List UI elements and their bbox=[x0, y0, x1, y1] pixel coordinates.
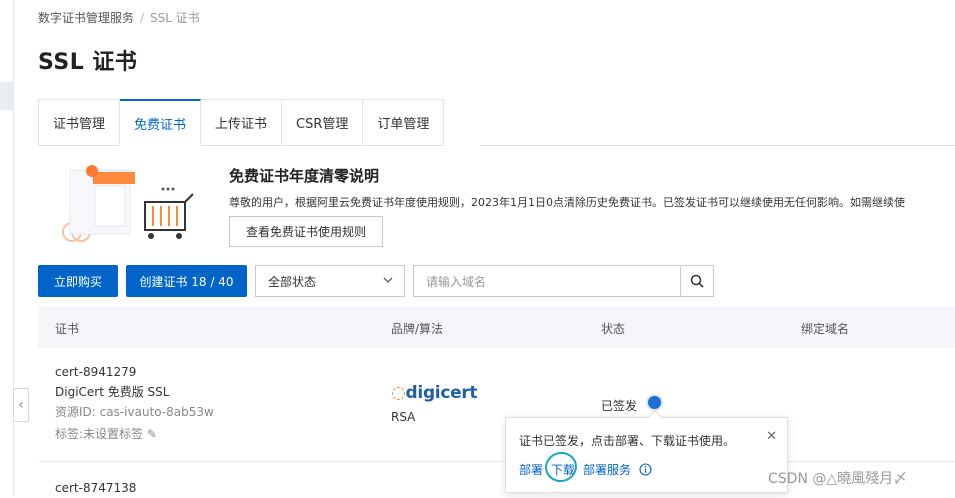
collapse-sidebar-button[interactable]: ‹ bbox=[13, 388, 29, 422]
tag-label: 标签:未设置标签 bbox=[55, 427, 144, 441]
watermark: CSDN @△曉風殘月〆 bbox=[768, 471, 908, 487]
algorithm-label: RSA bbox=[391, 410, 416, 424]
breadcrumb: 数字证书管理服务 / SSL 证书 bbox=[38, 9, 200, 26]
deploy-link[interactable]: 部署 bbox=[519, 461, 543, 478]
breadcrumb-separator: / bbox=[140, 11, 145, 25]
table-header: 证书 品牌/算法 状态 绑定域名 bbox=[38, 306, 955, 348]
popover-message: 证书已签发，点击部署、下载证书使用。 bbox=[519, 434, 736, 448]
tab-bar: 证书管理 免费证书 上传证书 CSR管理 订单管理 bbox=[38, 99, 445, 146]
column-header-domain: 绑定域名 bbox=[801, 322, 850, 336]
tab-order-management[interactable]: 订单管理 bbox=[363, 99, 445, 146]
tab-upload-cert[interactable]: 上传证书 bbox=[201, 99, 283, 146]
column-header-brand: 品牌/算法 bbox=[391, 322, 444, 336]
close-icon[interactable]: ✕ bbox=[766, 429, 777, 444]
status-info-icon[interactable] bbox=[648, 396, 661, 409]
digicert-logo: ◌digicert bbox=[391, 383, 478, 403]
tab-divider bbox=[480, 145, 955, 146]
domain-search-input[interactable]: 请输入域名 bbox=[413, 265, 681, 297]
tab-cert-management[interactable]: 证书管理 bbox=[38, 99, 121, 146]
column-header-cert: 证书 bbox=[55, 322, 80, 336]
status-popover: 证书已签发，点击部署、下载证书使用。 ✕ 部署 下载 部署服务 bbox=[505, 409, 788, 493]
buy-now-button[interactable]: 立即购买 bbox=[38, 265, 118, 297]
column-header-status: 状态 bbox=[601, 322, 626, 336]
breadcrumb-current: SSL 证书 bbox=[150, 11, 200, 25]
left-nav-marker bbox=[0, 82, 14, 110]
banner-text: 尊敬的用户，根据阿里云免费证书年度使用规则，2023年1月1日0点清除历史免费证… bbox=[229, 196, 905, 209]
resource-id: 资源ID: cas-ivauto-8ab53w bbox=[55, 405, 214, 419]
table-row: cert-8941279 DigiCert 免费版 SSL 资源ID: cas-… bbox=[38, 348, 955, 462]
breadcrumb-parent[interactable]: 数字证书管理服务 bbox=[38, 11, 134, 25]
page-title: SSL 证书 bbox=[38, 50, 138, 75]
cert-name: DigiCert 免费版 SSL bbox=[55, 385, 170, 399]
search-button[interactable] bbox=[680, 265, 714, 297]
deploy-service-link[interactable]: 部署服务 bbox=[583, 461, 631, 478]
banner-title: 免费证书年度清零说明 bbox=[229, 167, 380, 185]
status-select-value: 全部状态 bbox=[268, 274, 317, 289]
cert-id: cert-8941279 bbox=[55, 365, 137, 379]
info-icon[interactable] bbox=[639, 463, 652, 476]
cert-tag[interactable]: 标签:未设置标签 ✎ bbox=[55, 424, 157, 444]
chevron-down-icon bbox=[383, 277, 393, 283]
tab-free-cert[interactable]: 免费证书 bbox=[120, 99, 202, 146]
search-icon bbox=[690, 274, 704, 288]
status-select[interactable]: 全部状态 bbox=[255, 265, 405, 297]
shopping-illustration-icon bbox=[62, 165, 194, 242]
create-cert-button[interactable]: 创建证书 18 / 40 bbox=[126, 265, 247, 297]
status-text: 已签发 bbox=[601, 399, 638, 413]
chevron-left-icon: ‹ bbox=[18, 397, 24, 413]
left-nav-strip bbox=[0, 0, 14, 496]
tab-csr-management[interactable]: CSR管理 bbox=[282, 99, 364, 146]
cert-id: cert-8747138 bbox=[55, 481, 137, 495]
view-rules-button[interactable]: 查看免费证书使用规则 bbox=[229, 216, 383, 247]
edit-icon[interactable]: ✎ bbox=[147, 427, 157, 441]
